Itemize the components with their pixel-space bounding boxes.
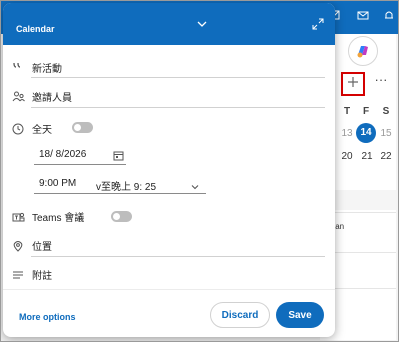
window-border: [0, 0, 399, 342]
